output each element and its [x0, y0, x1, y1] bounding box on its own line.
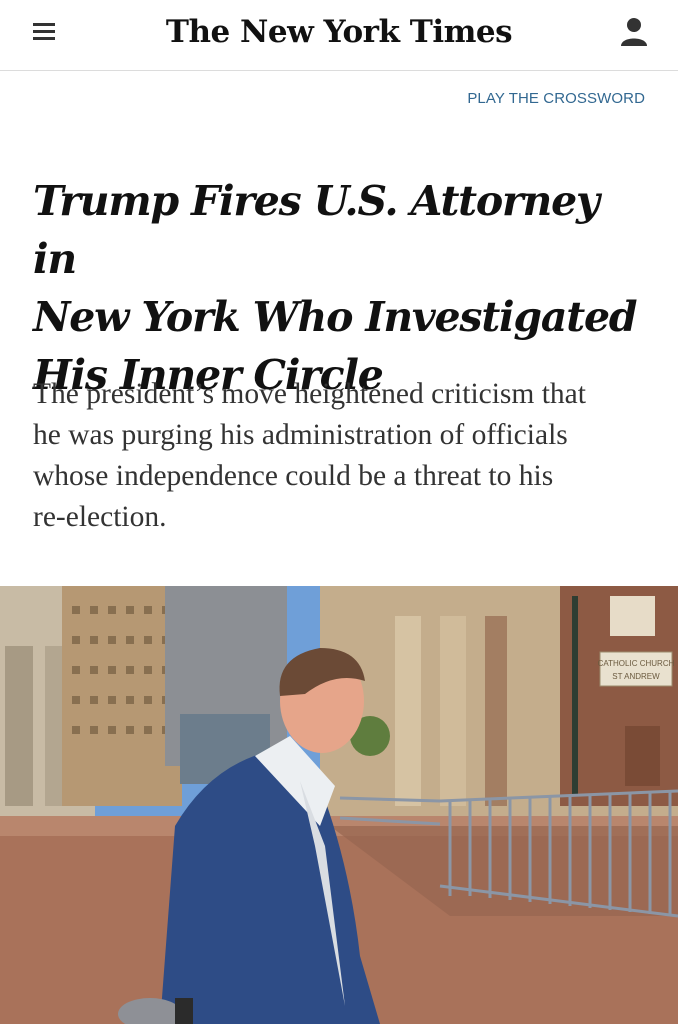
article-headline[interactable]: Trump Fires U.S. Attorney in New York Wh… [33, 172, 653, 404]
headline-line: Trump Fires U.S. Attorney in [33, 177, 600, 283]
play-crossword-link[interactable]: PLAY THE CROSSWORD [467, 90, 645, 107]
summary-line: re-election. [33, 501, 167, 533]
summary-line: whose independence could be a threat to … [33, 460, 554, 492]
summary-line: The president’s move heightened criticis… [33, 378, 586, 410]
headline-line: New York Who Investigated [33, 293, 638, 341]
person-icon[interactable] [620, 16, 648, 48]
summary-line: he was purging his administration of off… [33, 419, 568, 451]
church-sign-line: CATHOLIC CHURCH [598, 659, 675, 668]
article-summary: The president’s move heightened criticis… [33, 374, 653, 538]
site-logo[interactable]: The New York Times [0, 14, 678, 50]
church-sign-line: ST ANDREW [612, 672, 660, 681]
lamp-post [572, 596, 578, 796]
article-photo[interactable]: CATHOLIC CHURCH ST ANDREW [0, 586, 678, 1024]
top-bar: The New York Times [0, 0, 678, 71]
